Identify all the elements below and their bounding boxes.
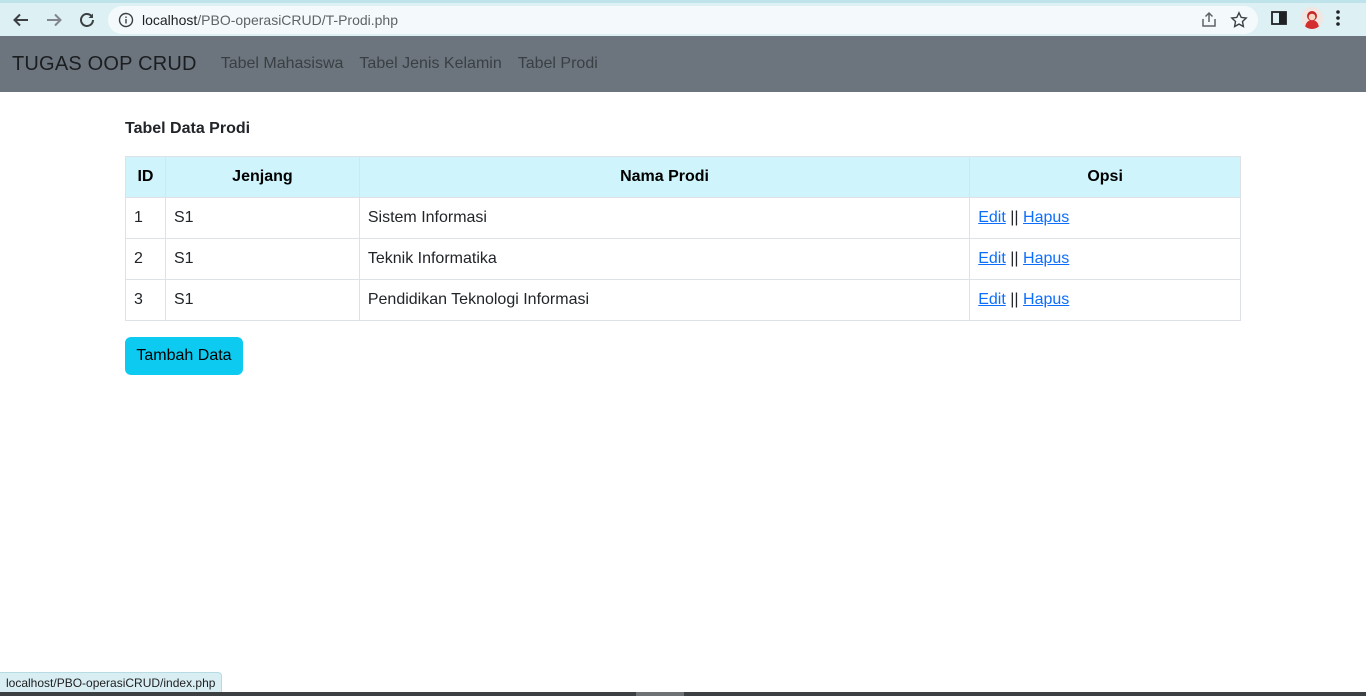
status-url-bubble: localhost/PBO-operasiCRUD/index.php [0,672,223,694]
kebab-menu-icon[interactable] [1334,9,1342,32]
table-row: 1 S1 Sistem Informasi Edit || Hapus [125,197,1241,239]
forward-arrow-icon[interactable] [42,8,66,32]
url-text[interactable]: localhost/PBO-operasiCRUD/T-Prodi.php [142,12,398,28]
browser-toolbar: localhost/PBO-operasiCRUD/T-Prodi.php [0,0,1366,36]
taskbar-thumb [636,692,684,696]
prodi-table: ID Jenjang Nama Prodi Opsi 1 S1 Sistem I… [125,156,1241,321]
cell-jenjang: S1 [164,279,360,321]
url-path: /PBO-operasiCRUD/T-Prodi.php [197,12,399,28]
navbar: TUGAS OOP CRUD Tabel Mahasiswa Tabel Jen… [0,36,1366,92]
header-jenjang: Jenjang [164,156,360,198]
table-row: 2 S1 Teknik Informatika Edit || Hapus [125,238,1241,280]
cell-nama-prodi: Pendidikan Teknologi Informasi [358,279,971,321]
side-panel-icon[interactable] [1270,9,1288,32]
table-row: 3 S1 Pendidikan Teknologi Informasi Edit… [125,279,1241,321]
edit-link[interactable]: Edit [978,250,1006,267]
header-nama-prodi: Nama Prodi [358,156,971,198]
cell-id: 1 [125,197,166,239]
nav-link-tabel-prodi[interactable]: Tabel Prodi [518,55,598,73]
cell-opsi: Edit || Hapus [969,197,1241,239]
header-id: ID [125,156,166,198]
share-icon[interactable] [1200,11,1218,34]
cell-nama-prodi: Teknik Informatika [358,238,971,280]
reload-icon[interactable] [75,8,99,32]
table-header-row: ID Jenjang Nama Prodi Opsi [125,156,1241,198]
tambah-data-button[interactable]: Tambah Data [125,337,243,375]
page-title: Tabel Data Prodi [125,120,251,137]
nav-link-tabel-jenis-kelamin[interactable]: Tabel Jenis Kelamin [359,55,501,73]
header-opsi: Opsi [969,156,1241,198]
edit-link[interactable]: Edit [978,291,1006,308]
cell-opsi: Edit || Hapus [969,279,1241,321]
hapus-link[interactable]: Hapus [1023,250,1069,267]
hapus-link[interactable]: Hapus [1023,209,1069,226]
back-arrow-icon[interactable] [9,8,33,32]
cell-id: 3 [125,279,166,321]
cell-jenjang: S1 [164,197,360,239]
navbar-brand[interactable]: TUGAS OOP CRUD [12,53,197,76]
taskbar-edge [0,692,1366,696]
separator: || [1010,209,1019,226]
cell-jenjang: S1 [164,238,360,280]
cell-opsi: Edit || Hapus [969,238,1241,280]
main-content: Tabel Data Prodi ID Jenjang Nama Prodi O… [125,118,1241,375]
edit-link[interactable]: Edit [978,209,1006,226]
nav-link-tabel-mahasiswa[interactable]: Tabel Mahasiswa [221,55,344,73]
url-host: localhost [142,12,198,28]
profile-avatar[interactable] [1301,7,1323,29]
cell-id: 2 [125,238,166,280]
star-icon[interactable] [1230,11,1248,34]
separator: || [1010,291,1019,308]
address-bar[interactable]: localhost/PBO-operasiCRUD/T-Prodi.php [108,6,1258,34]
info-icon[interactable] [118,12,134,33]
hapus-link[interactable]: Hapus [1023,291,1069,308]
separator: || [1010,250,1019,267]
cell-nama-prodi: Sistem Informasi [358,197,971,239]
